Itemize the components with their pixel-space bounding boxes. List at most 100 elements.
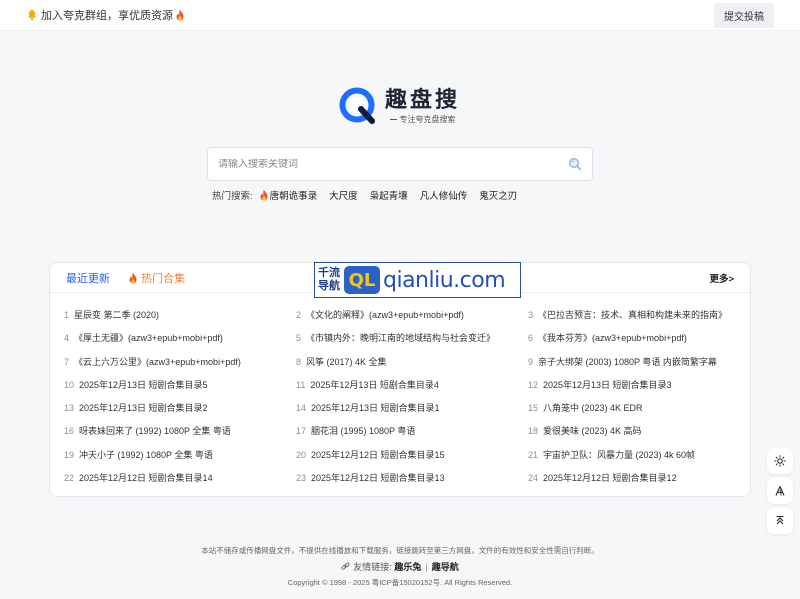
resource-item-number: 23	[296, 473, 307, 484]
resource-item-title: 胭花泪 (1995) 1080P 粤语	[311, 426, 416, 437]
resource-item[interactable]: 5 《市镇内外：晚明江南的地域结构与社会变迁》	[296, 331, 528, 345]
hot-searches-label: 热门搜索:	[212, 191, 253, 202]
friend-links: 友情链接: 趣乐兔 | 趣导航	[0, 560, 800, 573]
site-logo[interactable]: 趣盘搜 专注夸克盘搜索	[339, 87, 460, 125]
resource-item[interactable]: 14 2025年12月13日 短剧合集目录1	[296, 401, 528, 415]
friend-link[interactable]: 趣导航	[432, 560, 459, 573]
resource-item-number: 16	[64, 426, 75, 437]
resource-item[interactable]: 7 《云上六万公里》(azw3+epub+mobi+pdf)	[64, 355, 296, 369]
resource-item[interactable]: 21 宇宙护卫队：风暴力量 (2023) 4k 60帧	[528, 448, 744, 462]
resource-item[interactable]: 3 《巴拉吉预言：技术、真相和构建未来的指南》	[528, 308, 744, 322]
search-box	[207, 147, 593, 181]
resource-item[interactable]: 4 《厚土无疆》(azw3+epub+mobi+pdf)	[64, 331, 296, 345]
resource-item-number: 21	[528, 449, 539, 460]
hot-search-item[interactable]: 枭起青壤	[370, 188, 408, 202]
resource-item-title: 八角笼中 (2023) 4K EDR	[543, 403, 643, 414]
resource-item-title: 星辰变 第二季 (2020)	[74, 310, 160, 320]
resource-item-title: 2025年12月13日 短剧合集目录3	[543, 379, 672, 390]
resource-item-title: 《我本芬芳》(azw3+epub+mobi+pdf)	[538, 333, 687, 344]
resource-item-number: 20	[296, 449, 307, 460]
fire-icon	[128, 272, 138, 284]
resource-item[interactable]: 15 八角笼中 (2023) 4K EDR	[528, 401, 744, 415]
resource-item-title: 《云上六万公里》(azw3+epub+mobi+pdf)	[74, 356, 241, 367]
resource-item-number: 1	[64, 310, 70, 320]
hot-search-item[interactable]: 鬼灭之刃	[479, 188, 517, 202]
resource-item[interactable]: 1 星辰变 第二季 (2020)	[64, 308, 296, 322]
search-input[interactable]	[218, 158, 568, 170]
font-size-button[interactable]	[767, 478, 793, 504]
resource-item-title: 2025年12月12日 短剧合集目录15	[311, 449, 445, 460]
submit-contribution-button[interactable]: 提交投稿	[714, 2, 774, 28]
group-notice-text: 加入夸克群组，享优质资源	[41, 10, 173, 22]
resource-item[interactable]: 23 2025年12月12日 短剧合集目录13	[296, 471, 528, 485]
copyright: Copyright © 1998 - 2025 粤ICP备15020152号. …	[287, 578, 513, 587]
fire-icon	[175, 9, 185, 21]
resource-item[interactable]: 22 2025年12月12日 短剧合集目录14	[64, 471, 296, 485]
resource-item[interactable]: 2 《文化的阐释》(azw3+epub+mobi+pdf)	[296, 308, 528, 322]
resource-item[interactable]: 19 冲天小子 (1992) 1080P 全集 粤语	[64, 448, 296, 462]
search-icon[interactable]	[568, 157, 582, 171]
resource-item[interactable]: 17 胭花泪 (1995) 1080P 粤语	[296, 424, 528, 438]
footer-disclaimer: 本站不储存或传播网盘文件，不提供在线播放和下载服务，链接跳转至第三方网盘，文件的…	[201, 546, 599, 555]
logo-title: 趣盘搜	[385, 87, 461, 112]
resource-item-number: 6	[528, 333, 534, 344]
hot-search-item[interactable]: 凡人修仙传	[420, 188, 468, 202]
resource-item-number: 10	[64, 379, 75, 390]
resource-item-number: 13	[64, 403, 75, 414]
hot-searches: 热门搜索: 唐朝诡事录 大尺度 枭起青壤 凡人修仙传 鬼灭之刃	[212, 188, 529, 202]
more-link[interactable]: 更多>	[709, 271, 734, 285]
resource-item-title: 亲子大绑架 (2003) 1080P 粤语 内嵌简繁字幕	[538, 356, 717, 367]
resource-item-number: 2	[296, 310, 302, 320]
font-icon	[774, 485, 786, 497]
resource-item-title: 《厚土无疆》(azw3+epub+mobi+pdf)	[74, 333, 223, 344]
resource-item[interactable]: 11 2025年12月13日 短剧合集目录4	[296, 378, 528, 392]
resource-item[interactable]: 24 2025年12月12日 短剧合集目录12	[528, 471, 744, 485]
resource-item-title: 冲天小子 (1992) 1080P 全集 粤语	[79, 449, 213, 460]
resource-item-title: 2025年12月12日 短剧合集目录13	[311, 473, 445, 484]
ad-cn-text: 千流 导航	[318, 267, 340, 292]
resource-item-number: 22	[64, 473, 75, 484]
resource-item-title: 2025年12月12日 短剧合集目录14	[79, 473, 213, 484]
resource-item-title: 《巴拉吉预言：技术、真相和构建未来的指南》	[538, 310, 728, 320]
chevron-up-icon	[774, 515, 786, 527]
resource-item-title: 2025年12月13日 短剧合集目录2	[79, 403, 208, 414]
resource-item[interactable]: 12 2025年12月13日 短剧合集目录3	[528, 378, 744, 392]
friend-link[interactable]: 趣乐兔	[394, 560, 421, 573]
fire-icon	[259, 189, 269, 201]
resource-item-title: 《文化的阐释》(azw3+epub+mobi+pdf)	[306, 310, 464, 320]
logo-q-icon	[339, 87, 377, 125]
tab-hot-collections[interactable]: 热门合集	[128, 270, 185, 286]
hot-search-item[interactable]: 唐朝诡事录	[259, 188, 317, 202]
resource-item-number: 19	[64, 449, 75, 460]
resource-item[interactable]: 8 风筝 (2017) 4K 全集	[296, 355, 528, 369]
resource-item-number: 5	[296, 333, 302, 344]
tab-recent-updates[interactable]: 最近更新	[66, 270, 110, 286]
resource-item-title: 2025年12月13日 短剧合集目录1	[311, 403, 440, 414]
link-icon	[341, 562, 350, 571]
qianliu-ad-banner[interactable]: 千流 导航 QL qianliu.com	[314, 262, 521, 298]
resource-item-title: 《市镇内外：晚明江南的地域结构与社会变迁》	[306, 333, 496, 344]
resource-item-title: 风筝 (2017) 4K 全集	[306, 356, 387, 367]
resource-item-number: 11	[296, 379, 306, 390]
resource-item[interactable]: 10 2025年12月13日 短剧合集目录5	[64, 378, 296, 392]
resource-item-title: 2025年12月13日 短剧合集目录5	[79, 379, 208, 390]
resource-item[interactable]: 13 2025年12月13日 短剧合集目录2	[64, 401, 296, 415]
resource-item[interactable]: 6 《我本芬芳》(azw3+epub+mobi+pdf)	[528, 331, 744, 345]
group-notice[interactable]: 加入夸克群组，享优质资源	[26, 7, 185, 23]
theme-toggle-button[interactable]	[767, 448, 793, 474]
back-to-top-button[interactable]	[767, 508, 793, 534]
floating-tools	[767, 448, 793, 534]
resource-item[interactable]: 18 爱很美味 (2023) 4K 高码	[528, 424, 744, 438]
resource-item-number: 3	[528, 310, 534, 320]
ad-ql-badge: QL	[344, 266, 380, 294]
resource-item-title: 宇宙护卫队：风暴力量 (2023) 4k 60帧	[543, 449, 696, 460]
resource-item[interactable]: 20 2025年12月12日 短剧合集目录15	[296, 448, 528, 462]
resource-item[interactable]: 9 亲子大绑架 (2003) 1080P 粤语 内嵌简繁字幕	[528, 355, 744, 369]
hot-search-item[interactable]: 大尺度	[329, 188, 358, 202]
resource-item-number: 4	[64, 333, 70, 344]
friend-links-label: 友情链接:	[353, 562, 392, 572]
ad-domain: qianliu.com	[383, 267, 506, 293]
resource-item[interactable]: 16 呀表妹回来了 (1992) 1080P 全集 粤语	[64, 424, 296, 438]
resource-item-number: 8	[296, 356, 302, 367]
resource-list: 1 星辰变 第二季 (2020) 2 《文化的阐释》(azw3+epub+mobi+p…	[64, 308, 744, 485]
